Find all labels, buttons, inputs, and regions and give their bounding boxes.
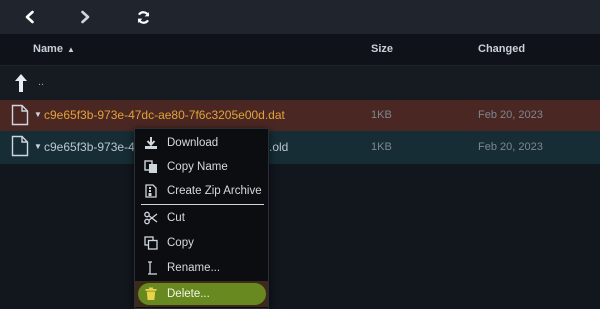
menu-item-label: Download (167, 137, 219, 149)
file-icon (11, 135, 29, 157)
menu-item-cut[interactable]: Cut (135, 208, 268, 230)
file-size: 1KB (371, 141, 392, 153)
menu-item-label: Create Zip Archive (167, 185, 262, 197)
file-menu-chevron-icon[interactable]: ▼ (34, 110, 42, 119)
column-header-size[interactable]: Size (371, 43, 393, 55)
menu-separator (141, 204, 264, 205)
column-header-name[interactable]: Name ▲ (33, 43, 75, 55)
toolbar (0, 0, 600, 34)
menu-item-label: Copy (167, 237, 194, 249)
trash-icon (145, 287, 157, 300)
menu-item-download[interactable]: Download (135, 133, 268, 155)
file-icon (11, 104, 29, 126)
file-name-suffix[interactable]: .old (269, 140, 288, 154)
chevron-left-icon (25, 10, 34, 24)
file-list-header: Name ▲ Size Changed (0, 34, 600, 66)
menu-item-label: Delete... (167, 288, 210, 300)
column-header-changed[interactable]: Changed (478, 43, 525, 55)
forward-button[interactable] (71, 4, 99, 30)
menu-item-label: Cut (167, 212, 185, 224)
parent-directory-row[interactable]: .. (0, 66, 600, 100)
up-arrow-icon (15, 74, 27, 92)
file-size: 1KB (371, 109, 392, 121)
refresh-icon (137, 10, 149, 24)
zip-archive-icon (145, 184, 157, 198)
parent-directory-label: .. (38, 76, 45, 88)
copy-name-icon (144, 160, 157, 173)
refresh-button[interactable] (129, 4, 157, 30)
column-size-label: Size (371, 43, 394, 55)
file-name-prefix[interactable]: c9e65f3b-973e-47 (44, 140, 141, 154)
copy-icon (144, 236, 158, 250)
menu-item-copy-name[interactable]: Copy Name (135, 157, 268, 179)
column-changed-label: Changed (478, 43, 526, 55)
column-name-label: Name (33, 43, 63, 55)
back-button[interactable] (16, 4, 44, 30)
menu-item-rename[interactable]: Rename... (135, 258, 268, 280)
file-row[interactable]: ▼ c9e65f3b-973e-47 .old 1KB Feb 20, 2023 (0, 131, 600, 164)
menu-item-copy[interactable]: Copy (135, 233, 268, 255)
menu-item-label: Rename... (167, 262, 221, 274)
file-menu-chevron-icon[interactable]: ▼ (34, 142, 42, 151)
file-name[interactable]: c9e65f3b-973e-47dc-ae80-7f6c3205e00d.dat (44, 108, 285, 122)
file-changed-date: Feb 20, 2023 (478, 141, 543, 153)
sort-ascending-icon: ▲ (66, 45, 75, 54)
download-icon (145, 137, 157, 149)
menu-item-label: Copy Name (167, 161, 228, 173)
context-menu: Download Copy Name Create Zip Archive Cu… (134, 128, 269, 309)
file-row-selected[interactable]: ▼ c9e65f3b-973e-47dc-ae80-7f6c3205e00d.d… (0, 100, 600, 131)
chevron-right-icon (81, 10, 90, 24)
scissors-icon (144, 211, 158, 225)
file-changed-date: Feb 20, 2023 (478, 109, 543, 121)
menu-item-create-zip-archive[interactable]: Create Zip Archive (135, 181, 268, 203)
menu-item-delete[interactable]: Delete... (135, 281, 268, 307)
rename-cursor-icon (148, 261, 157, 275)
